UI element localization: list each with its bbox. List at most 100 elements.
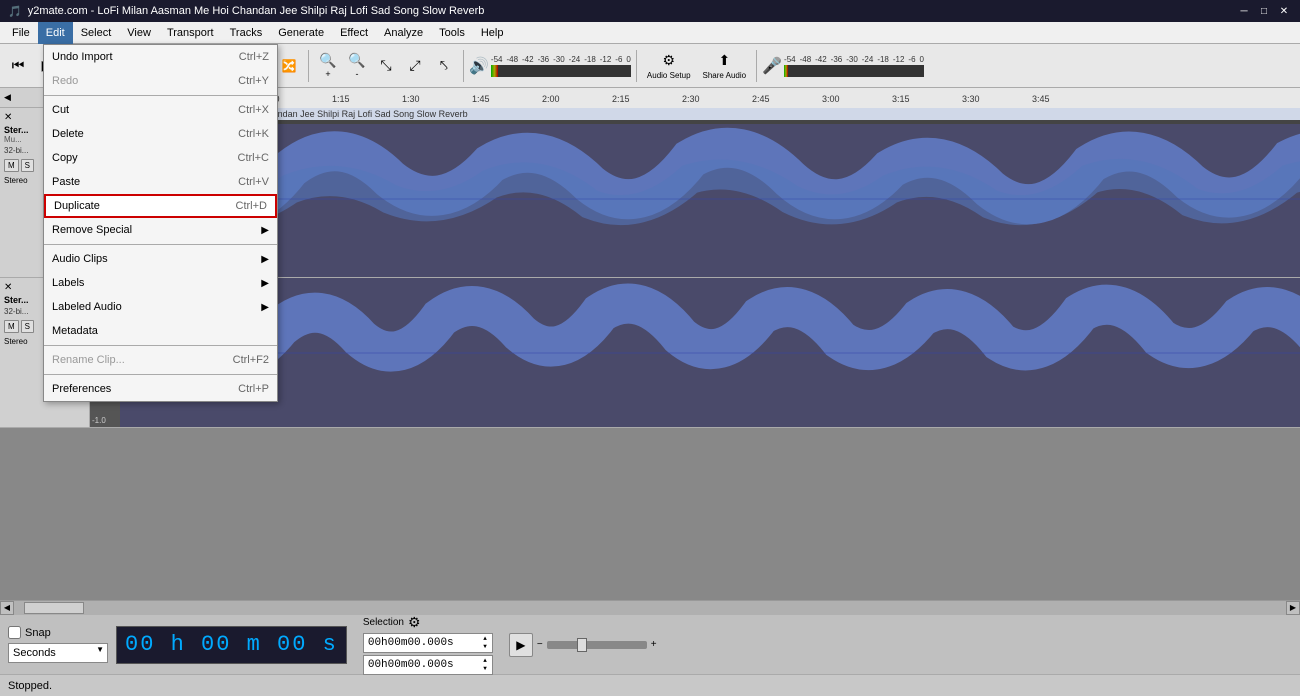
scrollbar-right-arrow[interactable]: ▶ [1286, 601, 1300, 615]
edit-menu-paste[interactable]: Paste Ctrl+V [44, 170, 277, 194]
time-value: 00 h 00 m 00 s [125, 632, 338, 657]
seconds-select[interactable]: Seconds Minutes hh:mm:ss Samples CDDA Fr… [8, 643, 108, 663]
smart-cursor-button[interactable]: 🔀 [275, 48, 303, 84]
snap-checkbox[interactable] [8, 626, 21, 639]
zoom-out-full-button[interactable]: ⤣ [430, 48, 458, 84]
input-volume-icon: 🎤 [762, 56, 782, 76]
selection-start-input[interactable]: 00h00m00.000s ▲ ▼ [363, 633, 493, 653]
edit-menu-dropdown: Undo Import Ctrl+Z Redo Ctrl+Y Cut Ctrl+… [43, 44, 278, 402]
speed-plus-icon: + [651, 639, 657, 650]
edit-menu-labels[interactable]: Labels ▶ [44, 271, 277, 295]
window-controls: ─ □ ✕ [1236, 3, 1292, 19]
zoom-selection-button[interactable]: ⤢ [401, 48, 429, 84]
svg-text:1:30: 1:30 [402, 94, 420, 104]
edit-menu-labeled-audio[interactable]: Labeled Audio ▶ [44, 295, 277, 319]
menu-effect[interactable]: Effect [332, 22, 376, 44]
menu-edit[interactable]: Edit [38, 22, 73, 44]
selection-end-down[interactable]: ▼ [482, 665, 488, 673]
scrollbar-left-arrow[interactable]: ◀ [0, 601, 14, 615]
track-2-close-icon[interactable]: ✕ [4, 282, 12, 293]
close-button[interactable]: ✕ [1276, 3, 1292, 19]
menu-file[interactable]: File [4, 22, 38, 44]
svg-text:2:30: 2:30 [682, 94, 700, 104]
skip-start-icon: ⏮ [12, 57, 25, 74]
playback-play-icon: ▶ [516, 638, 525, 652]
playback-controls: ▶ − + [509, 633, 657, 657]
menu-sep-4 [44, 374, 277, 375]
menu-tracks[interactable]: Tracks [222, 22, 271, 44]
fit-project-button[interactable]: ⤡ [372, 48, 400, 84]
menu-tools[interactable]: Tools [431, 22, 473, 44]
edit-menu-copy[interactable]: Copy Ctrl+C [44, 146, 277, 170]
scrollbar-thumb[interactable] [24, 602, 84, 614]
svg-text:3:00: 3:00 [822, 94, 840, 104]
track-2-solo-button[interactable]: S [21, 320, 34, 333]
edit-menu-redo: Redo Ctrl+Y [44, 69, 277, 93]
speed-slider-thumb[interactable] [577, 638, 587, 652]
window-title: y2mate.com - LoFi Milan Aasman Me Hoi Ch… [28, 5, 1236, 17]
playback-play-button[interactable]: ▶ [509, 633, 533, 657]
selection-start-up[interactable]: ▲ [482, 635, 488, 643]
title-bar: 🎵 y2mate.com - LoFi Milan Aasman Me Hoi … [0, 0, 1300, 22]
selection-end-up[interactable]: ▲ [482, 657, 488, 665]
menu-select[interactable]: Select [73, 22, 120, 44]
svg-text:3:45: 3:45 [1032, 94, 1050, 104]
selection-settings-icon[interactable]: ⚙ [408, 614, 421, 631]
audio-setup-label: Audio Setup [647, 71, 691, 80]
menu-bar: File Edit Select View Transport Tracks G… [0, 22, 1300, 44]
selection-label: Selection [363, 617, 404, 628]
edit-menu-cut[interactable]: Cut Ctrl+X [44, 98, 277, 122]
selection-start-down[interactable]: ▼ [482, 643, 488, 651]
zoom-selection-icon: ⤢ [409, 57, 420, 74]
menu-analyze[interactable]: Analyze [376, 22, 431, 44]
app-icon: 🎵 [8, 5, 22, 18]
svg-text:1:45: 1:45 [472, 94, 490, 104]
scrollbar-track[interactable] [14, 601, 1286, 615]
status-bar: Stopped. [0, 674, 1300, 696]
output-meter-bar [491, 65, 631, 77]
minimize-button[interactable]: ─ [1236, 3, 1252, 19]
fit-project-icon: ⤡ [380, 57, 391, 74]
menu-transport[interactable]: Transport [159, 22, 222, 44]
zoom-group: 🔍+ 🔍- ⤡ ⤢ ⤣ [314, 48, 458, 84]
track-1-mute-button[interactable]: M [4, 159, 19, 172]
collapse-left-icon[interactable]: ◀ [4, 92, 11, 103]
edit-menu-delete[interactable]: Delete Ctrl+K [44, 122, 277, 146]
edit-menu-undo[interactable]: Undo Import Ctrl+Z [44, 45, 277, 69]
zoom-out-full-icon: ⤣ [440, 57, 448, 74]
edit-menu-metadata[interactable]: Metadata [44, 319, 277, 343]
edit-menu-rename-clip: Rename Clip... Ctrl+F2 [44, 348, 277, 372]
selection-start-spinners: ▲ ▼ [482, 635, 488, 651]
edit-menu-audio-clips[interactable]: Audio Clips ▶ [44, 247, 277, 271]
track-1-solo-button[interactable]: S [21, 159, 34, 172]
menu-generate[interactable]: Generate [270, 22, 332, 44]
zoom-out-button[interactable]: 🔍- [343, 48, 371, 84]
speed-slider[interactable] [547, 641, 647, 649]
share-audio-icon: ⬆ [718, 52, 730, 69]
zoom-in-button[interactable]: 🔍+ [314, 48, 342, 84]
edit-menu-duplicate[interactable]: Duplicate Ctrl+D [44, 194, 277, 218]
track-2-mute-button[interactable]: M [4, 320, 19, 333]
audio-setup-button[interactable]: ⚙ Audio Setup [642, 48, 696, 84]
menu-sep-2 [44, 244, 277, 245]
empty-track-area [0, 428, 1300, 600]
selection-start-value: 00h00m00.000s [368, 637, 454, 649]
horizontal-scrollbar: ◀ ▶ [0, 600, 1300, 614]
selection-end-input[interactable]: 00h00m00.000s ▲ ▼ [363, 655, 493, 675]
bottom-toolbar: Snap Seconds Minutes hh:mm:ss Samples CD… [0, 614, 1300, 674]
menu-view[interactable]: View [119, 22, 159, 44]
svg-text:3:30: 3:30 [962, 94, 980, 104]
volume-group: 🔊 -54-48-42-36-30-24-18-12-60 [469, 55, 631, 77]
output-meter-labels: -54-48-42-36-30-24-18-12-60 [491, 55, 631, 64]
menu-help[interactable]: Help [473, 22, 512, 44]
share-audio-button[interactable]: ⬆ Share Audio [698, 48, 752, 84]
skip-start-button[interactable]: ⏮ [4, 48, 32, 84]
track-1-close-icon[interactable]: ✕ [4, 112, 12, 123]
menu-sep-3 [44, 345, 277, 346]
snap-row: Snap [8, 626, 108, 639]
edit-menu-preferences[interactable]: Preferences Ctrl+P [44, 377, 277, 401]
svg-text:2:15: 2:15 [612, 94, 630, 104]
sep5 [756, 50, 757, 82]
maximize-button[interactable]: □ [1256, 3, 1272, 19]
edit-menu-remove-special[interactable]: Remove Special ▶ [44, 218, 277, 242]
